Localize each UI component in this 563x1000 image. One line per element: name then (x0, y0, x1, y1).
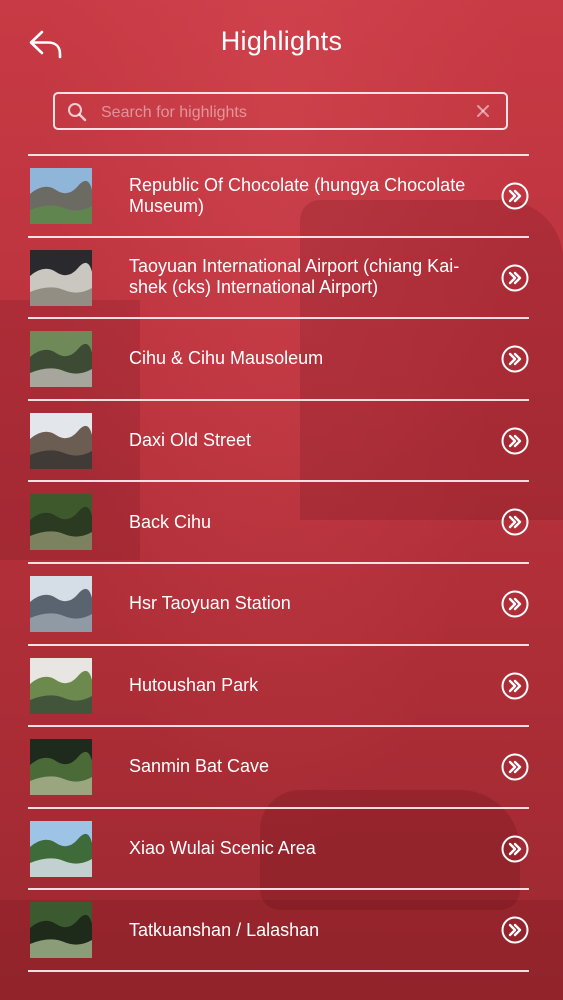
double-chevron-right-icon[interactable] (501, 264, 529, 292)
list-item[interactable]: Hutoushan Park (28, 646, 529, 726)
double-chevron-right-icon[interactable] (501, 508, 529, 536)
item-label: Sanmin Bat Cave (129, 756, 270, 777)
header: Highlights (0, 0, 563, 90)
item-label: Xiao Wulai Scenic Area (129, 838, 316, 859)
double-chevron-right-icon[interactable] (501, 916, 529, 944)
page-title: Highlights (220, 26, 343, 56)
item-label: Hutoushan Park (129, 674, 259, 695)
double-chevron-right-icon[interactable] (501, 427, 529, 455)
search-icon (67, 102, 87, 122)
item-label: Cihu & Cihu Mausoleum (129, 348, 324, 369)
list-item[interactable]: Hsr Taoyuan Station (28, 564, 529, 644)
list-item[interactable]: Republic Of Chocolate (hungya Chocolate … (28, 156, 529, 236)
list-item[interactable]: Tatkuanshan / Lalashan (28, 890, 529, 970)
thumbnail-image (30, 820, 92, 877)
double-chevron-right-icon[interactable] (501, 753, 529, 781)
thumbnail-image (30, 657, 92, 714)
list-item[interactable]: Cihu & Cihu Mausoleum (28, 319, 529, 399)
thumbnail-image (30, 739, 92, 796)
highlights-list: Republic Of Chocolate (hungya Chocolate … (28, 154, 529, 972)
item-label: Daxi Old Street (129, 430, 252, 451)
double-chevron-right-icon[interactable] (501, 672, 529, 700)
list-item[interactable]: Taoyuan International Airport (chiang Ka… (28, 238, 529, 318)
item-label: Taoyuan International Airport (chiang Ka… (129, 256, 460, 298)
list-item[interactable]: Back Cihu (28, 482, 529, 562)
close-icon[interactable] (474, 102, 492, 120)
search-bar (53, 92, 508, 130)
thumbnail-image (30, 249, 92, 306)
list-item[interactable]: Daxi Old Street (28, 401, 529, 481)
search-input[interactable] (99, 98, 463, 128)
item-label: Tatkuanshan / Lalashan (129, 919, 320, 940)
thumbnail-image (30, 168, 92, 224)
thumbnail-image (30, 575, 92, 632)
item-label: Republic Of Chocolate (hungya Chocolate … (129, 174, 466, 216)
thumbnail-image (30, 902, 92, 959)
list-item[interactable]: Sanmin Bat Cave (28, 727, 529, 807)
item-label: Back Cihu (129, 511, 212, 532)
thumbnail-image (30, 494, 92, 551)
item-label: Hsr Taoyuan Station (129, 593, 291, 614)
double-chevron-right-icon[interactable] (501, 345, 529, 373)
thumbnail-image (30, 331, 92, 388)
double-chevron-right-icon[interactable] (501, 182, 529, 210)
double-chevron-right-icon[interactable] (501, 835, 529, 863)
divider (28, 969, 529, 972)
thumbnail-image (30, 412, 92, 469)
list-item[interactable]: Xiao Wulai Scenic Area (28, 809, 529, 889)
double-chevron-right-icon[interactable] (501, 590, 529, 618)
